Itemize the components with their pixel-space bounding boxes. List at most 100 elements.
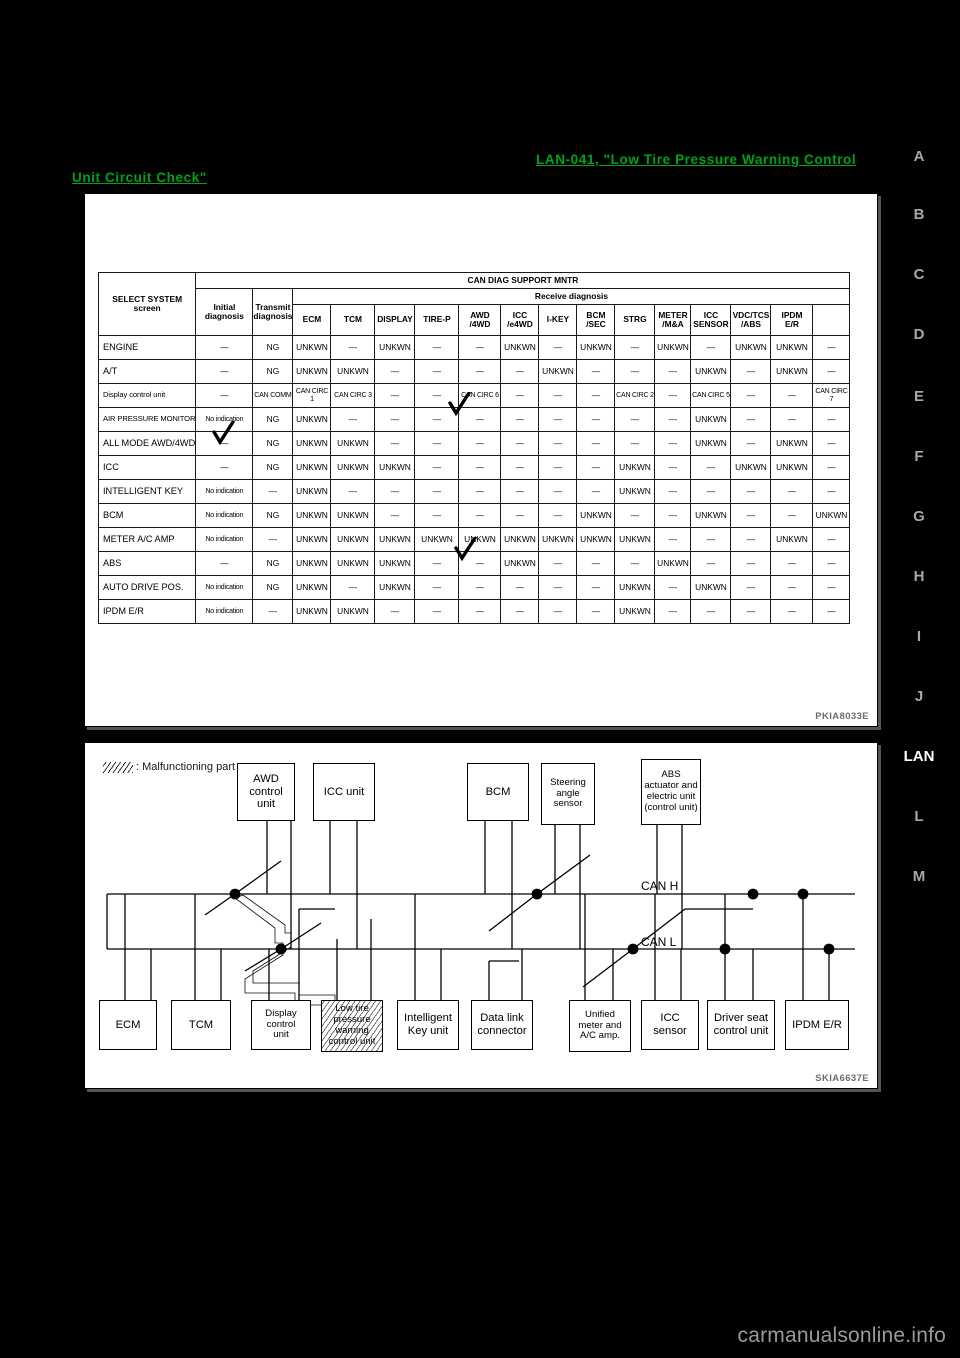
cell-receive-3: —: [414, 479, 460, 504]
manual-page: LAN-041, "Low Tire Pressure Warning Cont…: [0, 0, 960, 1358]
cell-receive-4: —: [458, 575, 502, 600]
link-low-tire-pressure-control[interactable]: LAN-041, "Low Tire Pressure Warning Cont…: [536, 152, 856, 167]
cell-receive-12: UNKWN: [770, 455, 814, 480]
cell-receive-12: —: [770, 575, 814, 600]
diagram-node-icc-unit[interactable]: ICC unit: [313, 763, 375, 821]
diagram-node-driver-seat-control-unit[interactable]: Driver seat control unit: [707, 1000, 775, 1050]
table-row: AUTO DRIVE POS. No indication NG UNKWN — UNKW…: [97, 575, 851, 600]
diagram-node-ipdm-er[interactable]: IPDM E/R: [785, 1000, 849, 1050]
cell-receive-2: UNKWN: [374, 455, 416, 480]
cell-receive-10: UNKWN: [690, 407, 732, 432]
node-label: Low tire pressure warning control unit: [328, 1003, 376, 1047]
th-can-diag-support-mntr: CAN DIAG SUPPORT MNTR: [195, 272, 851, 289]
cell-system-name: ENGINE: [97, 335, 197, 360]
link-unit-circuit-check[interactable]: Unit Circuit Check": [72, 170, 207, 185]
cell-receive-7: —: [576, 551, 616, 576]
figure-id-table: PKIA8033E: [815, 711, 869, 722]
diagram-node-steering-angle-sensor[interactable]: Steering angle sensor: [541, 763, 595, 825]
index-item-d[interactable]: D: [896, 326, 942, 343]
cell-receive-2: —: [374, 359, 416, 384]
diagram-node-icc-sensor[interactable]: ICC sensor: [641, 1000, 699, 1050]
diagram-node-data-link-connector[interactable]: Data link connector: [471, 1000, 533, 1050]
cell-receive-7: —: [576, 407, 616, 432]
cell-receive-0: CAN CIRC 1: [292, 383, 332, 408]
cell-receive-5: UNKWN: [500, 335, 540, 360]
index-item-i[interactable]: I: [896, 628, 942, 645]
diagram-node-unified-meter-and-ac-amp[interactable]: Unified meter and A/C amp.: [569, 1000, 631, 1052]
diagram-node-low-tire-pressure-warning-control-unit[interactable]: Low tire pressure warning control unit: [321, 1000, 383, 1052]
diagram-node-abs-actuator[interactable]: ABS actuator and electric unit (control uni…: [641, 759, 701, 825]
cell-receive-2: —: [374, 431, 416, 456]
cell-initial-diagnosis: No indication: [195, 599, 254, 624]
th-receive-icc: ICC SENSOR: [690, 304, 732, 336]
cell-receive-2: —: [374, 503, 416, 528]
table-row: ALL MODE AWD/4WD — NG UNKWN UNKWN — — — — — — — — UNK…: [97, 431, 851, 456]
cell-transmit-diagnosis: —: [252, 599, 294, 624]
cell-receive-3: —: [414, 575, 460, 600]
cell-receive-10: UNKWN: [690, 503, 732, 528]
cell-receive-12: —: [770, 551, 814, 576]
cell-receive-4: —: [458, 407, 502, 432]
cell-receive-6: —: [538, 383, 578, 408]
diagram-node-tcm[interactable]: TCM: [171, 1000, 231, 1050]
index-item-lan[interactable]: LAN: [896, 748, 942, 765]
node-label: TCM: [188, 1018, 214, 1031]
index-item-c[interactable]: C: [896, 266, 942, 283]
cell-receive-10: UNKWN: [690, 431, 732, 456]
cell-receive-3: —: [414, 335, 460, 360]
cell-receive-9: —: [654, 527, 692, 552]
index-item-b[interactable]: B: [896, 206, 942, 223]
index-item-a[interactable]: A: [896, 148, 942, 165]
cell-receive-3: —: [414, 455, 460, 480]
cell-receive-11: —: [730, 431, 772, 456]
cell-receive-6: —: [538, 503, 578, 528]
cell-receive-5: UNKWN: [500, 527, 540, 552]
cell-receive-1: —: [330, 335, 376, 360]
cell-receive-3: —: [414, 431, 460, 456]
table-row: BCM No indication NG UNKWN UNKWN — — — — — UNKWN — —…: [97, 503, 851, 528]
cell-receive-5: —: [500, 407, 540, 432]
index-item-h[interactable]: H: [896, 568, 942, 585]
th-receive-tcm: TCM: [330, 304, 376, 336]
cell-system-name: INTELLIGENT KEY: [97, 479, 197, 504]
index-item-g[interactable]: G: [896, 508, 942, 525]
th-select-system: SELECT SYSTEM screen: [97, 272, 197, 336]
can-network-diagram-figure: : Malfunctioning part CAN H CAN L AWD co…: [84, 742, 878, 1089]
diagram-node-display-control-unit[interactable]: Display control unit: [251, 1000, 311, 1050]
diagram-area: : Malfunctioning part CAN H CAN L AWD co…: [85, 743, 877, 1088]
node-label: ICC sensor: [653, 1012, 687, 1037]
cell-receive-2: —: [374, 383, 416, 408]
cell-receive-5: —: [500, 575, 540, 600]
cell-receive-3: —: [414, 359, 460, 384]
cell-receive-4: —: [458, 335, 502, 360]
table-head: SELECT SYSTEM screen CAN DIAG SUPPORT MN…: [97, 272, 851, 336]
diagram-node-intelligent-key-unit[interactable]: Intelligent Key unit: [397, 1000, 459, 1050]
cell-receive-7: UNKWN: [576, 527, 616, 552]
cell-receive-11: —: [730, 503, 772, 528]
cell-receive-4: —: [458, 503, 502, 528]
cell-receive-0: UNKWN: [292, 455, 332, 480]
cell-receive-12: UNKWN: [770, 359, 814, 384]
cell-receive-9: —: [654, 383, 692, 408]
node-label: ECM: [115, 1018, 141, 1031]
node-label: Display control unit: [265, 1007, 297, 1041]
index-item-j[interactable]: J: [896, 688, 942, 705]
index-item-f[interactable]: F: [896, 448, 942, 465]
diagram-node-ecm[interactable]: ECM: [99, 1000, 157, 1050]
node-label: Steering angle sensor: [550, 776, 586, 810]
diagram-node-awd-control-unit[interactable]: AWD control unit: [237, 763, 295, 821]
cell-receive-5: —: [500, 599, 540, 624]
table-row: A/T — NG UNKWN UNKWN — — — — UNKWN — — — UNKWN — UNKWN —: [97, 359, 851, 384]
th-receive-meter: METER/M&A: [654, 304, 692, 336]
diagram-node-bcm[interactable]: BCM: [467, 763, 529, 821]
index-item-e[interactable]: E: [896, 388, 942, 405]
index-item-m[interactable]: M: [896, 868, 942, 885]
node-label: IPDM E/R: [792, 1018, 842, 1031]
th-receive-ecm: ECM: [292, 304, 332, 336]
th-receive-ipdm: IPDM E/R: [770, 304, 814, 336]
cell-receive-13: —: [812, 335, 851, 360]
index-item-l[interactable]: L: [896, 808, 942, 825]
cell-initial-diagnosis: No indication: [195, 575, 254, 600]
node-label: Intelligent Key unit: [404, 1012, 452, 1037]
cell-initial-diagnosis: —: [195, 383, 254, 408]
